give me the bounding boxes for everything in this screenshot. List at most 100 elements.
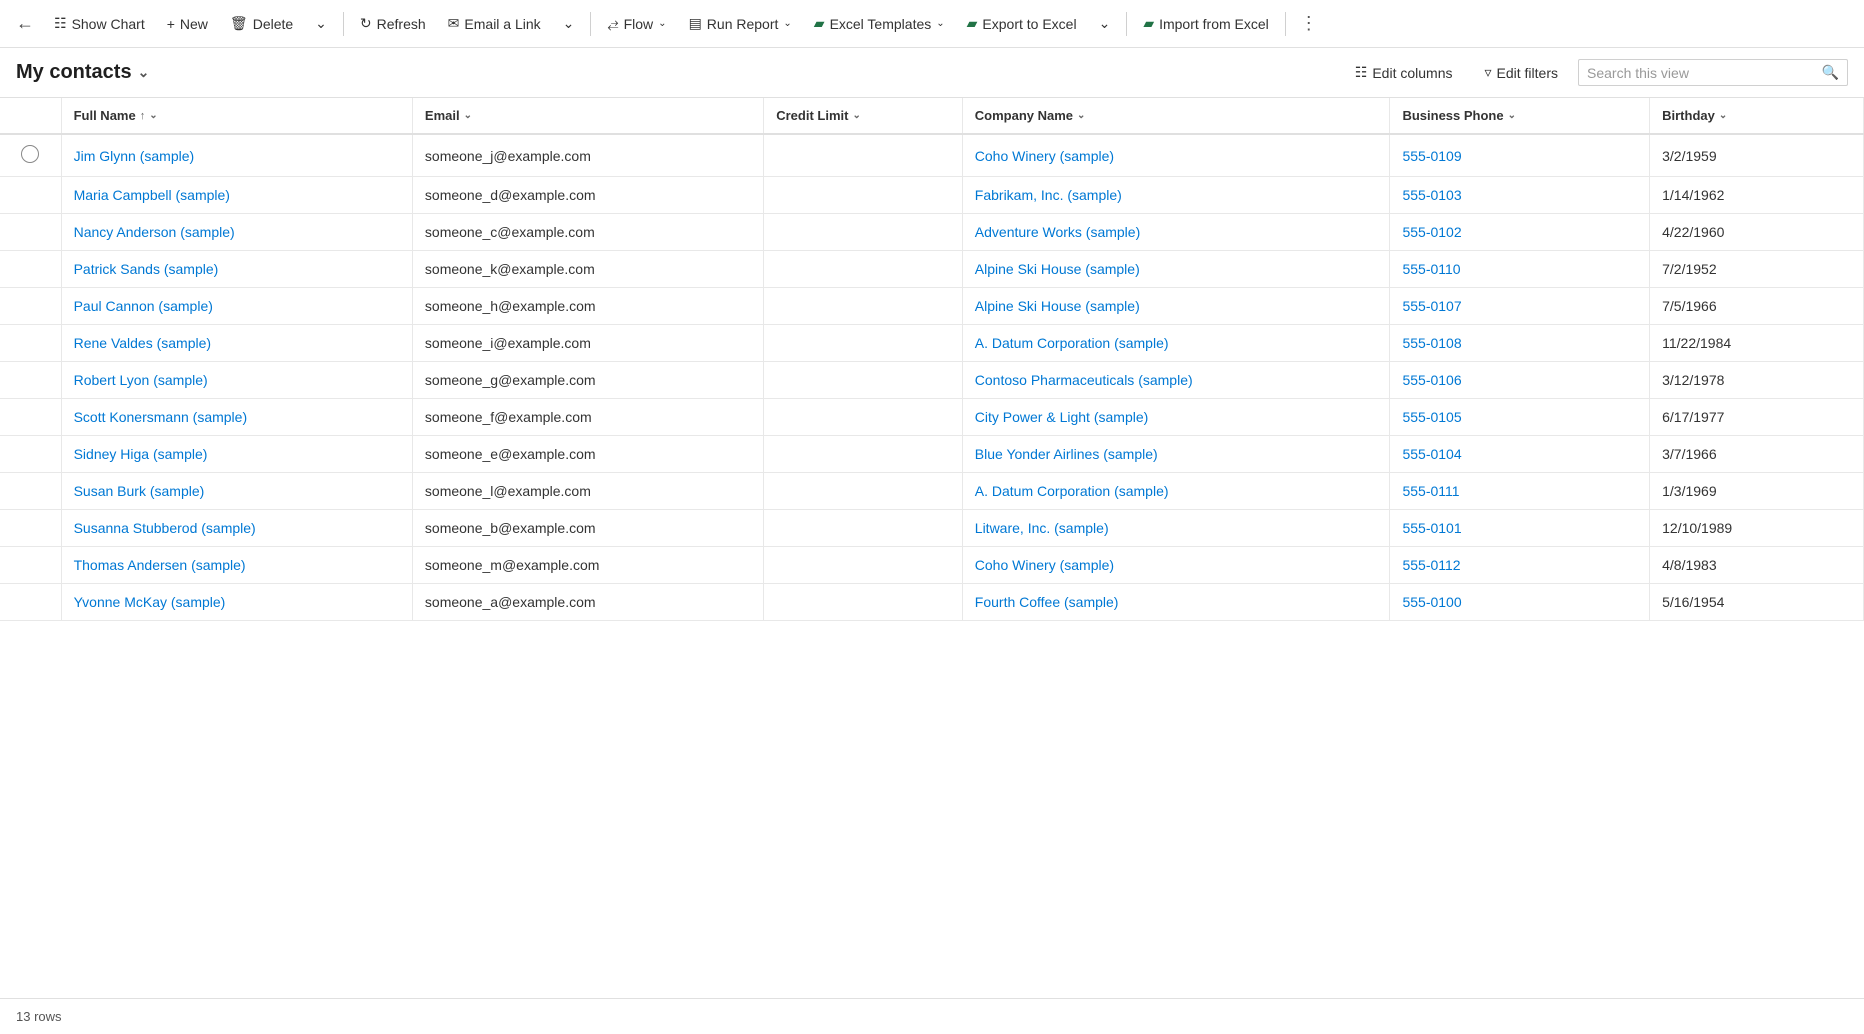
view-title[interactable]: My contacts ⌄ bbox=[16, 61, 149, 84]
search-input[interactable] bbox=[1587, 65, 1816, 81]
contact-phone[interactable]: 555-0101 bbox=[1390, 510, 1650, 547]
row-checkbox-cell[interactable] bbox=[0, 362, 61, 399]
flow-button[interactable]: ⥄ Flow ⌄ bbox=[597, 9, 676, 38]
contact-name[interactable]: Susanna Stubberod (sample) bbox=[61, 510, 412, 547]
contact-company[interactable]: Adventure Works (sample) bbox=[962, 214, 1390, 251]
contact-name[interactable]: Maria Campbell (sample) bbox=[61, 177, 412, 214]
table-row: Susanna Stubberod (sample)someone_b@exam… bbox=[0, 510, 1864, 547]
col-header-company[interactable]: Company Name ⌄ bbox=[962, 98, 1390, 134]
contact-phone[interactable]: 555-0109 bbox=[1390, 134, 1650, 177]
row-checkbox-cell[interactable] bbox=[0, 288, 61, 325]
refresh-button[interactable]: ↻ Refresh bbox=[350, 9, 436, 38]
excel-templates-chevron: ⌄ bbox=[936, 18, 944, 29]
contact-company[interactable]: A. Datum Corporation (sample) bbox=[962, 325, 1390, 362]
contact-company[interactable]: Coho Winery (sample) bbox=[962, 134, 1390, 177]
contact-credit bbox=[764, 436, 963, 473]
back-button[interactable]: ← bbox=[8, 7, 42, 40]
table-row: Yvonne McKay (sample)someone_a@example.c… bbox=[0, 584, 1864, 621]
contact-name[interactable]: Yvonne McKay (sample) bbox=[61, 584, 412, 621]
row-checkbox-cell[interactable] bbox=[0, 134, 61, 177]
row-checkbox-cell[interactable] bbox=[0, 547, 61, 584]
report-icon: ▤ bbox=[689, 15, 702, 32]
delete-button[interactable]: 🗑 Delete bbox=[220, 9, 303, 38]
contact-birthday: 1/3/1969 bbox=[1650, 473, 1864, 510]
flow-chevron: ⌄ bbox=[658, 18, 666, 29]
row-checkbox-cell[interactable] bbox=[0, 436, 61, 473]
email-link-dropdown-button[interactable]: ⌄ bbox=[553, 9, 585, 38]
contact-phone[interactable]: 555-0112 bbox=[1390, 547, 1650, 584]
import-button[interactable]: ▰ Import from Excel bbox=[1133, 9, 1278, 38]
contact-name[interactable]: Sidney Higa (sample) bbox=[61, 436, 412, 473]
excel-templates-button[interactable]: ▰ Excel Templates ⌄ bbox=[804, 9, 955, 38]
row-checkbox-cell[interactable] bbox=[0, 214, 61, 251]
contact-phone[interactable]: 555-0106 bbox=[1390, 362, 1650, 399]
contact-name[interactable]: Nancy Anderson (sample) bbox=[61, 214, 412, 251]
contact-company[interactable]: Contoso Pharmaceuticals (sample) bbox=[962, 362, 1390, 399]
table-row: Scott Konersmann (sample)someone_f@examp… bbox=[0, 399, 1864, 436]
contact-company[interactable]: Litware, Inc. (sample) bbox=[962, 510, 1390, 547]
row-checkbox-cell[interactable] bbox=[0, 584, 61, 621]
row-checkbox-cell[interactable] bbox=[0, 399, 61, 436]
contact-credit bbox=[764, 584, 963, 621]
contact-name[interactable]: Rene Valdes (sample) bbox=[61, 325, 412, 362]
contact-phone[interactable]: 555-0110 bbox=[1390, 251, 1650, 288]
edit-columns-button[interactable]: ☷ Edit columns bbox=[1343, 58, 1465, 87]
contact-company[interactable]: City Power & Light (sample) bbox=[962, 399, 1390, 436]
refresh-icon: ↻ bbox=[360, 15, 372, 32]
chevron-down-icon-2: ⌄ bbox=[563, 15, 575, 32]
contact-company[interactable]: Blue Yonder Airlines (sample) bbox=[962, 436, 1390, 473]
more-options-button[interactable]: ⋮ bbox=[1292, 7, 1326, 40]
col-header-birthday[interactable]: Birthday ⌄ bbox=[1650, 98, 1864, 134]
contact-email: someone_k@example.com bbox=[412, 251, 763, 288]
contact-phone[interactable]: 555-0105 bbox=[1390, 399, 1650, 436]
contact-phone[interactable]: 555-0107 bbox=[1390, 288, 1650, 325]
contact-company[interactable]: Alpine Ski House (sample) bbox=[962, 288, 1390, 325]
export-button[interactable]: ▰ Export to Excel bbox=[957, 9, 1087, 38]
contact-company[interactable]: Fabrikam, Inc. (sample) bbox=[962, 177, 1390, 214]
col-header-name[interactable]: Full Name ↑ ⌄ bbox=[61, 98, 412, 134]
show-chart-button[interactable]: ☷ Show Chart bbox=[44, 9, 155, 38]
contact-birthday: 6/17/1977 bbox=[1650, 399, 1864, 436]
row-checkbox-cell[interactable] bbox=[0, 510, 61, 547]
contact-phone[interactable]: 555-0108 bbox=[1390, 325, 1650, 362]
run-report-button[interactable]: ▤ Run Report ⌄ bbox=[679, 9, 802, 38]
contact-name[interactable]: Thomas Andersen (sample) bbox=[61, 547, 412, 584]
contact-company[interactable]: Coho Winery (sample) bbox=[962, 547, 1390, 584]
row-checkbox-cell[interactable] bbox=[0, 473, 61, 510]
row-checkbox[interactable] bbox=[21, 145, 39, 163]
col-header-phone[interactable]: Business Phone ⌄ bbox=[1390, 98, 1650, 134]
email-link-button[interactable]: ✉ Email a Link bbox=[438, 9, 551, 38]
search-box[interactable]: 🔍 bbox=[1578, 59, 1848, 86]
contact-name[interactable]: Scott Konersmann (sample) bbox=[61, 399, 412, 436]
contact-birthday: 3/12/1978 bbox=[1650, 362, 1864, 399]
contact-name[interactable]: Susan Burk (sample) bbox=[61, 473, 412, 510]
contact-name[interactable]: Paul Cannon (sample) bbox=[61, 288, 412, 325]
edit-filters-button[interactable]: ▿ Edit filters bbox=[1473, 58, 1571, 87]
report-chevron: ⌄ bbox=[783, 18, 791, 29]
contact-phone[interactable]: 555-0102 bbox=[1390, 214, 1650, 251]
contact-phone[interactable]: 555-0111 bbox=[1390, 473, 1650, 510]
contact-name[interactable]: Jim Glynn (sample) bbox=[61, 134, 412, 177]
separator-4 bbox=[1285, 12, 1286, 36]
contact-email: someone_h@example.com bbox=[412, 288, 763, 325]
contact-name[interactable]: Robert Lyon (sample) bbox=[61, 362, 412, 399]
delete-dropdown-button[interactable]: ⌄ bbox=[305, 9, 337, 38]
contact-birthday: 3/7/1966 bbox=[1650, 436, 1864, 473]
contact-credit bbox=[764, 362, 963, 399]
row-checkbox-cell[interactable] bbox=[0, 177, 61, 214]
contact-company[interactable]: Fourth Coffee (sample) bbox=[962, 584, 1390, 621]
contact-company[interactable]: A. Datum Corporation (sample) bbox=[962, 473, 1390, 510]
col-header-email[interactable]: Email ⌄ bbox=[412, 98, 763, 134]
contact-email: someone_c@example.com bbox=[412, 214, 763, 251]
contact-phone[interactable]: 555-0100 bbox=[1390, 584, 1650, 621]
contact-name[interactable]: Patrick Sands (sample) bbox=[61, 251, 412, 288]
excel-templates-icon: ▰ bbox=[814, 15, 825, 32]
row-checkbox-cell[interactable] bbox=[0, 251, 61, 288]
contact-phone[interactable]: 555-0103 bbox=[1390, 177, 1650, 214]
export-dropdown-button[interactable]: ⌄ bbox=[1089, 9, 1121, 38]
contact-phone[interactable]: 555-0104 bbox=[1390, 436, 1650, 473]
new-button[interactable]: + New bbox=[157, 10, 218, 38]
col-header-credit[interactable]: Credit Limit ⌄ bbox=[764, 98, 963, 134]
contact-company[interactable]: Alpine Ski House (sample) bbox=[962, 251, 1390, 288]
row-checkbox-cell[interactable] bbox=[0, 325, 61, 362]
